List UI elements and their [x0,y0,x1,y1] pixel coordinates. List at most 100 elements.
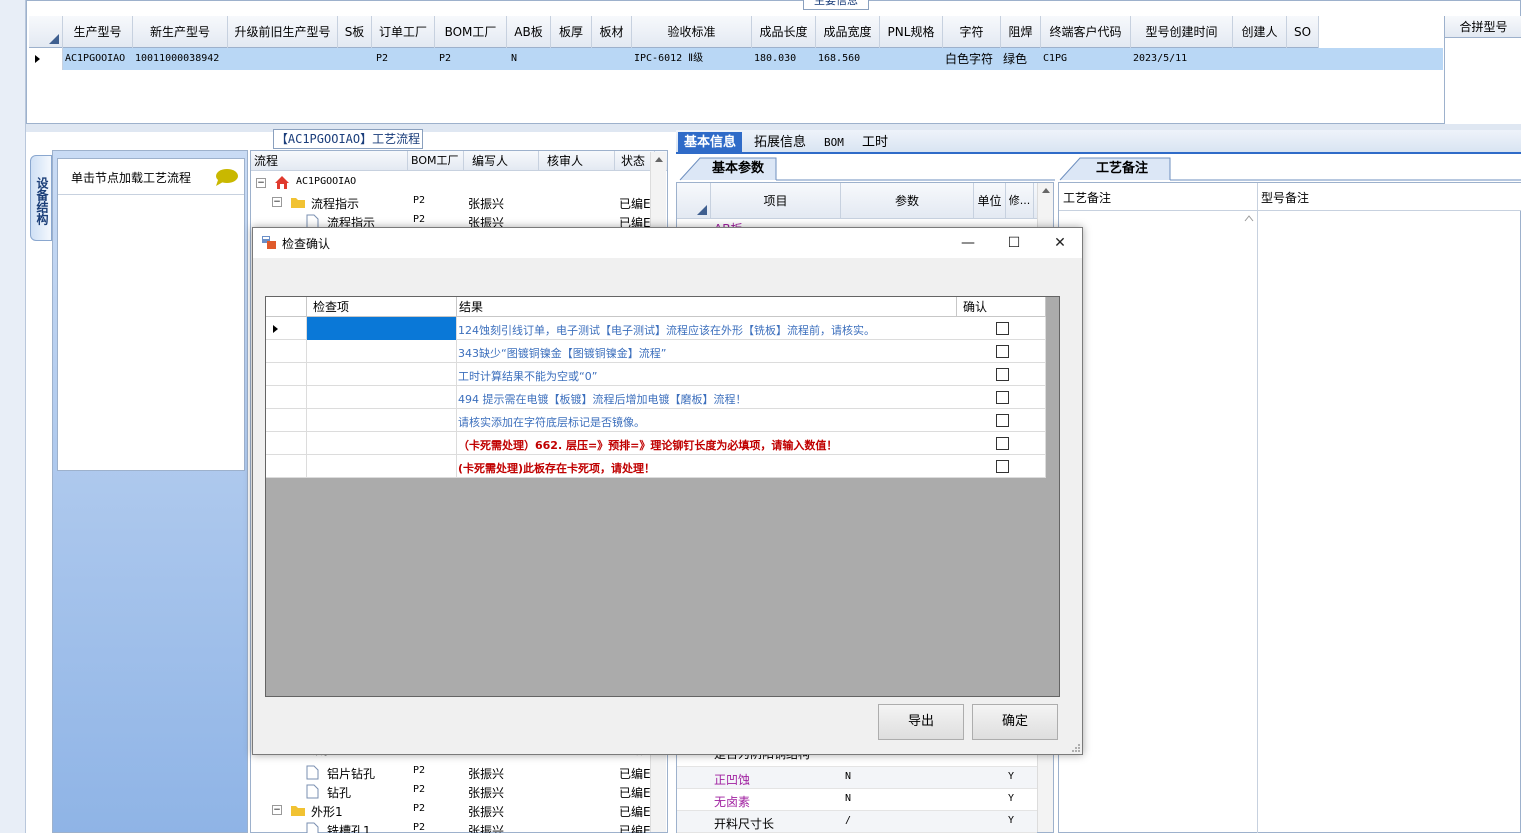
tree-node[interactable]: 铣槽孔1 P2 张振兴 已编E [252,820,652,833]
col-old-model[interactable]: 升级前旧生产型号 [228,16,338,48]
tab-basic-params[interactable]: 基本参数 [678,156,764,181]
cell-width[interactable]: 168.560 [816,48,880,70]
cell-length[interactable]: 180.030 [752,48,816,70]
table-row[interactable]: （卡死需处理）662. 层压=》预排=》理论铆钉长度为必填项，请输入数值！ [266,432,1046,455]
col-status[interactable]: 状态 [615,151,655,171]
col-model-note[interactable]: 型号备注 [1261,189,1309,206]
cell-result[interactable]: (卡死需处理)此板存在卡死项，请处理！ [458,460,655,476]
col-item[interactable]: 项目 [711,183,841,219]
confirm-checkbox[interactable] [996,368,1009,381]
cell-check-item[interactable] [307,317,457,340]
merge-model-header[interactable]: 合拼型号 [1445,16,1521,38]
cell-standard[interactable]: IPC-6012 Ⅱ级 [632,48,752,70]
col-width[interactable]: 成品宽度 [816,16,880,48]
col-craft-note[interactable]: 工艺备注 [1063,189,1111,206]
cell-check-item[interactable] [307,386,457,409]
table-row[interactable]: AC1PGOOIAO 10011000038942 P2 P2 N IPC-60… [29,48,1443,70]
close-button[interactable]: ✕ [1037,228,1083,258]
collapse-icon[interactable]: − [272,197,282,207]
confirm-checkbox[interactable] [996,391,1009,404]
cell-result[interactable]: 343缺少“图镀铜镍金【图镀铜镍金】流程” [458,345,666,361]
tab-bom[interactable]: BOM [818,132,850,154]
col-tree-bom-factory[interactable]: BOM工厂 [408,151,464,171]
cell-created-time[interactable]: 2023/5/11 [1131,48,1233,70]
col-customer-code[interactable]: 终端客户代码 [1041,16,1131,48]
grid-corner[interactable] [266,297,307,317]
resize-grip-icon[interactable] [1071,743,1081,753]
col-production-model[interactable]: 生产型号 [63,16,133,48]
speech-bubble-icon[interactable] [214,168,238,186]
cell-check-item[interactable] [307,409,457,432]
param-row[interactable]: 开料尺寸长 / Y [677,811,1037,833]
cell-order-factory[interactable]: P2 [372,48,435,70]
cell-result[interactable]: 494 提示需在电镀【板镀】流程后增加电镀【磨板】流程！ [458,391,747,407]
cell-result[interactable]: 请核实添加在字符底层标记是否镜像。 [458,414,645,430]
col-thickness[interactable]: 板厚 [551,16,592,48]
tab-craft-notes[interactable]: 工艺备注 [1062,156,1148,181]
tab-basic-info[interactable]: 基本信息 [678,132,743,154]
col-new-production-model[interactable]: 新生产型号 [133,16,228,48]
collapse-icon[interactable]: − [256,178,266,188]
scroll-up-icon[interactable] [1243,213,1255,223]
cell-customer-code[interactable]: C1PG [1041,48,1131,70]
col-result[interactable]: 结果 [457,297,957,317]
cell-check-item[interactable] [307,455,457,478]
confirm-checkbox[interactable] [996,322,1009,335]
ok-button[interactable]: 确定 [972,704,1058,740]
tree-node[interactable]: 铝片钻孔 P2 张振兴 已编E [252,763,652,782]
col-bom-factory[interactable]: BOM工厂 [435,16,507,48]
param-corner[interactable] [677,183,711,219]
col-solder-mask[interactable]: 阻焊 [1001,16,1041,48]
cell-production-model[interactable]: AC1PGOOIAO [63,48,133,70]
export-button[interactable]: 导出 [878,704,964,740]
col-material[interactable]: 板材 [592,16,632,48]
table-row[interactable]: 494 提示需在电镀【板镀】流程后增加电镀【磨板】流程！ [266,386,1046,409]
cell-solder-mask[interactable]: 绿色 [1001,48,1041,70]
minimize-button[interactable]: — [945,228,991,258]
table-row[interactable]: 343缺少“图镀铜镍金【图镀铜镍金】流程” [266,340,1046,363]
col-ab-board[interactable]: AB板 [507,16,551,48]
cell-check-item[interactable] [307,432,457,455]
dialog-titlebar[interactable]: 检查确认 — ☐ ✕ [253,228,1082,258]
table-row[interactable]: 124蚀刻引线订单，电子测试【电子测试】流程应该在外形【铣板】流程前，请核实。 [266,317,1046,340]
tree-node[interactable]: 钻孔 P2 张振兴 已编E [252,782,652,801]
tree-node[interactable]: − 外形1 P2 张振兴 已编E [252,801,652,820]
col-unit[interactable]: 单位 [974,183,1006,219]
col-reviewer[interactable]: 核审人 [539,151,615,171]
param-row[interactable]: 正凹蚀 N Y [677,767,1037,789]
param-row[interactable]: 无卤素 N Y [677,789,1037,811]
col-confirm[interactable]: 确认 [957,297,1046,317]
collapse-icon[interactable]: − [272,805,282,815]
col-s-board[interactable]: S板 [338,16,372,48]
scroll-up-icon[interactable] [1038,183,1054,197]
confirm-checkbox[interactable] [996,437,1009,450]
col-so[interactable]: SO [1287,16,1319,48]
col-creator[interactable]: 创建人 [1233,16,1287,48]
side-tab-device-structure[interactable]: 设备结构 [30,155,52,241]
table-row[interactable]: 请核实添加在字符底层标记是否镜像。 [266,409,1046,432]
col-modify[interactable]: 修... [1006,183,1034,219]
col-author[interactable]: 编写人 [464,151,539,171]
cell-result[interactable]: 124蚀刻引线订单，电子测试【电子测试】流程应该在外形【铣板】流程前，请核实。 [458,322,875,338]
tab-extended-info[interactable]: 拓展信息 [748,132,812,154]
cell-ab-board[interactable]: N [507,48,551,70]
cell-bom-factory[interactable]: P2 [435,48,507,70]
cell-check-item[interactable] [307,340,457,363]
table-row[interactable]: 工时计算结果不能为空或“0” [266,363,1046,386]
cell-check-item[interactable] [307,363,457,386]
col-param[interactable]: 参数 [841,183,974,219]
col-order-factory[interactable]: 订单工厂 [372,16,435,48]
tree-node[interactable]: − 流程指示 P2 张振兴 已编E [252,193,652,212]
confirm-checkbox[interactable] [996,460,1009,473]
col-created-time[interactable]: 型号创建时间 [1131,16,1233,48]
col-standard[interactable]: 验收标准 [632,16,752,48]
maximize-button[interactable]: ☐ [991,228,1037,258]
cell-result[interactable]: 工时计算结果不能为空或“0” [458,368,597,384]
scroll-up-icon[interactable] [651,152,667,166]
row-header-corner[interactable] [29,16,63,48]
cell-char[interactable]: 白色字符 [943,48,1001,70]
tab-work-hours[interactable]: 工时 [856,132,894,154]
col-char[interactable]: 字符 [943,16,1001,48]
confirm-checkbox[interactable] [996,414,1009,427]
confirm-checkbox[interactable] [996,345,1009,358]
